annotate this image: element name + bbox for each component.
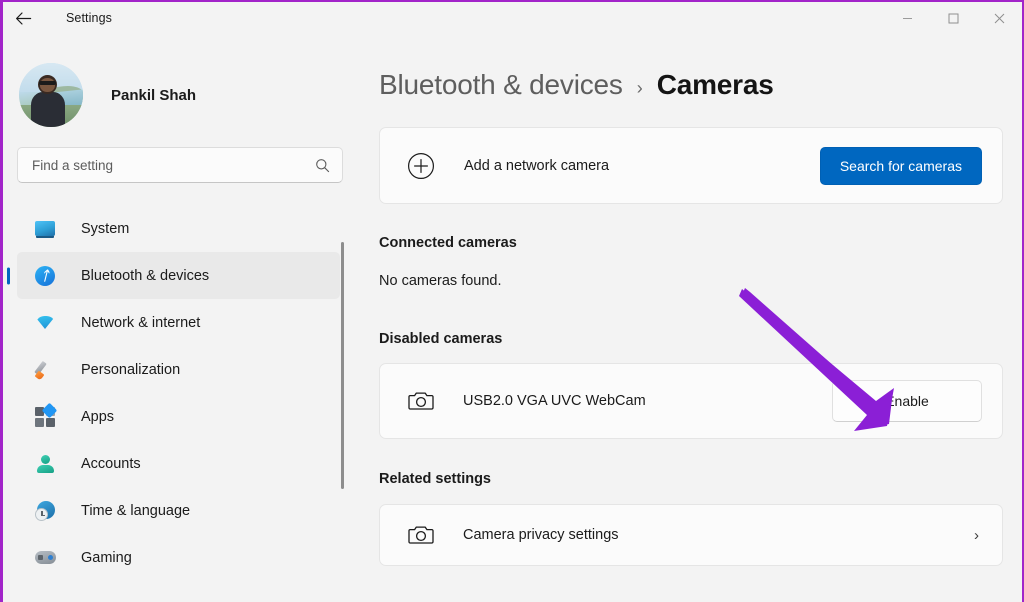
sidebar-item-label: Network & internet [81, 314, 201, 331]
back-arrow-icon [15, 11, 31, 25]
sidebar-item-label: Gaming [81, 549, 132, 566]
disabled-camera-row: USB2.0 VGA UVC WebCam Enable [379, 363, 1003, 439]
window-controls [884, 2, 1022, 34]
sidebar-item-personalization[interactable]: Personalization [17, 346, 340, 393]
breadcrumb-parent[interactable]: Bluetooth & devices [379, 69, 623, 101]
related-settings-heading: Related settings [379, 471, 491, 487]
search-placeholder: Find a setting [32, 157, 114, 173]
wifi-icon [34, 312, 56, 334]
plus-circle-icon [408, 152, 434, 179]
maximize-icon [948, 13, 958, 23]
bluetooth-icon: ᛏ [34, 265, 56, 287]
profile-name: Pankil Shah [111, 86, 197, 104]
settings-window: Settings Pankil Shah Find a setting Syst… [0, 0, 1024, 602]
sidebar-item-label: Bluetooth & devices [81, 267, 210, 284]
gamepad-icon [34, 547, 56, 569]
camera-privacy-settings-row[interactable]: Camera privacy settings › [379, 504, 1003, 566]
sidebar-item-label: Apps [81, 408, 115, 425]
paintbrush-icon [34, 359, 56, 381]
monitor-icon [34, 218, 56, 240]
sidebar-item-bluetooth-devices[interactable]: ᛏ Bluetooth & devices [17, 252, 340, 299]
add-network-camera-card: Add a network camera Search for cameras [379, 127, 1003, 204]
title-bar: Settings [3, 2, 1022, 34]
camera-icon [408, 392, 434, 410]
sidebar-item-accounts[interactable]: Accounts [17, 440, 340, 487]
close-icon [994, 13, 1004, 23]
sidebar-nav: System ᛏ Bluetooth & devices Network & i… [3, 205, 348, 581]
person-icon [34, 453, 56, 475]
add-network-camera-label: Add a network camera [464, 157, 610, 174]
sidebar-item-apps[interactable]: Apps [17, 393, 340, 440]
sidebar-item-label: Personalization [81, 361, 181, 378]
sidebar-item-system[interactable]: System [17, 205, 340, 252]
sidebar-item-network-internet[interactable]: Network & internet [17, 299, 340, 346]
camera-icon [408, 526, 434, 544]
sidebar-item-label: Time & language [81, 502, 191, 519]
search-for-cameras-button[interactable]: Search for cameras [819, 146, 982, 185]
page-title: Cameras [656, 69, 774, 100]
search-input[interactable]: Find a setting [17, 147, 343, 183]
enable-button[interactable]: Enable [832, 380, 982, 422]
disabled-cameras-heading: Disabled cameras [379, 331, 503, 347]
sidebar: Pankil Shah Find a setting System ᛏ Blue… [3, 34, 348, 602]
camera-privacy-settings-label: Camera privacy settings [463, 527, 619, 543]
no-cameras-found-text: No cameras found. [379, 273, 502, 289]
avatar [19, 63, 83, 127]
search-icon [316, 158, 330, 172]
maximize-button[interactable] [930, 2, 976, 34]
minimize-button[interactable] [884, 2, 930, 34]
sidebar-item-label: System [81, 220, 130, 237]
sidebar-scrollbar[interactable] [341, 242, 344, 489]
close-button[interactable] [976, 2, 1022, 34]
chevron-right-icon: › [636, 78, 643, 98]
user-profile[interactable]: Pankil Shah [3, 59, 348, 131]
minimize-icon [902, 17, 912, 19]
back-button[interactable] [3, 2, 43, 34]
sidebar-item-time-language[interactable]: Time & language [17, 487, 340, 534]
chevron-right-icon: › [974, 526, 979, 544]
connected-cameras-heading: Connected cameras [379, 235, 517, 251]
camera-device-name: USB2.0 VGA UVC WebCam [463, 393, 646, 409]
sidebar-item-gaming[interactable]: Gaming [17, 534, 340, 581]
clock-globe-icon [34, 500, 56, 522]
apps-grid-icon [34, 402, 58, 428]
main-content: Bluetooth & devices › Cameras Add a netw… [348, 34, 1022, 602]
breadcrumb: Bluetooth & devices › Cameras [348, 34, 1022, 101]
sidebar-item-label: Accounts [81, 455, 141, 472]
app-title: Settings [66, 11, 112, 25]
